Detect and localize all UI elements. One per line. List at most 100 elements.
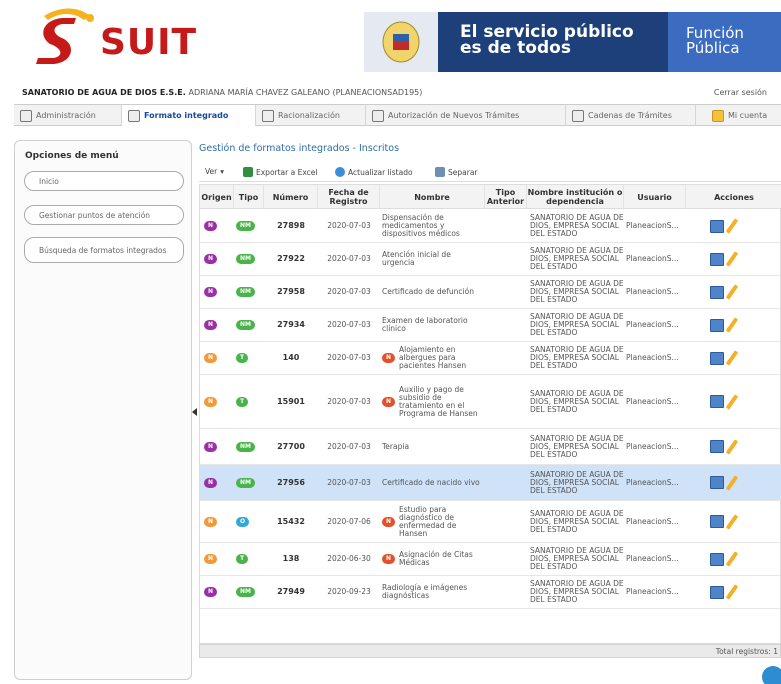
- origen-badge: N: [204, 441, 218, 452]
- col-fecha[interactable]: Fecha de Registro: [318, 185, 380, 209]
- cell-nombre: Radiología e imágenes diagnósticas: [382, 576, 482, 608]
- origen-badge: N: [204, 477, 218, 488]
- edit-pencil-icon[interactable]: [725, 317, 739, 333]
- header: SUIT El servicio público es de todos Fun…: [0, 0, 781, 80]
- tab-autorizacion[interactable]: Autorización de Nuevos Trámites: [366, 105, 566, 126]
- cell-nombre: N Estudio para diagnóstico de enfermedad …: [382, 501, 482, 542]
- tab-racionalizacion[interactable]: Racionalización: [256, 105, 366, 126]
- nombre-text: Dispensación de medicamentos y dispositi…: [382, 213, 460, 238]
- col-institucion[interactable]: Nombre institución o dependencia: [527, 185, 624, 209]
- table-row[interactable]: N T 15901 2020-07-03 N Auxilio y pago de subs…: [200, 375, 781, 429]
- edit-pencil-icon[interactable]: [725, 251, 739, 267]
- separate-button[interactable]: Separar: [435, 167, 478, 177]
- refresh-button[interactable]: Actualizar listado: [335, 167, 413, 177]
- sidebar-item-inicio[interactable]: Inicio: [24, 171, 184, 191]
- cell-institucion: SANATORIO DE AGUA DE DIOS, EMPRESA SOCIA…: [530, 429, 624, 464]
- view-details-icon[interactable]: [710, 395, 724, 408]
- tab-cadenas[interactable]: Cadenas de Trámites: [566, 105, 696, 126]
- cell-tipo: NM: [236, 243, 264, 275]
- cell-fecha: 2020-07-03: [318, 375, 380, 428]
- sidebar-item-busqueda[interactable]: Búsqueda de formatos integrados: [24, 237, 184, 263]
- cell-origen: N: [204, 342, 234, 374]
- view-details-icon[interactable]: [710, 440, 724, 453]
- edit-pencil-icon[interactable]: [725, 584, 739, 600]
- edit-pencil-icon[interactable]: [725, 474, 739, 491]
- main-nav: Administración Formato integrado Raciona…: [14, 104, 781, 126]
- nombre-text: Alojamiento en albergues para pacientes …: [399, 345, 467, 370]
- cell-acciones: [710, 429, 770, 464]
- table-row[interactable]: N NM 27898 2020-07-03 Dispensación de medica…: [200, 210, 781, 243]
- edit-pencil-icon[interactable]: [725, 438, 739, 455]
- view-details-icon[interactable]: [710, 219, 724, 233]
- view-details-icon[interactable]: [710, 285, 724, 299]
- cell-tipo: NM: [236, 429, 264, 464]
- edit-pencil-icon[interactable]: [725, 218, 739, 234]
- cell-numero: 27922: [264, 243, 318, 275]
- view-details-icon[interactable]: [710, 585, 724, 599]
- export-excel-button[interactable]: Exportar a Excel: [243, 167, 317, 177]
- tab-mi-cuenta[interactable]: Mi cuenta: [706, 105, 781, 126]
- suit-logo[interactable]: SUIT: [30, 8, 196, 74]
- table-row[interactable]: N T 138 2020-06-30 N Asignación de Citas Médi…: [200, 543, 781, 576]
- cell-fecha: 2020-07-03: [318, 309, 380, 341]
- account-icon: [712, 109, 724, 122]
- col-numero[interactable]: Número: [264, 185, 318, 209]
- table-row[interactable]: N NM 27956 2020-07-03 Certificado de nacido …: [200, 465, 781, 501]
- tab-formato-integrado[interactable]: Formato integrado: [122, 105, 256, 126]
- institucion-text: SANATORIO DE AGUA DE DIOS, EMPRESA SOCIA…: [530, 469, 624, 495]
- logout-link[interactable]: Cerrar sesión: [714, 88, 767, 97]
- cell-usuario: PlaneacionS...: [626, 276, 686, 308]
- cell-acciones: [710, 276, 770, 308]
- gov-banner: El servicio público es de todos Función …: [364, 12, 781, 72]
- table-row[interactable]: N T 140 2020-07-03 N Alojamiento en albergues…: [200, 342, 781, 375]
- table-row[interactable]: N O 15432 2020-07-06 N Estudio para diagnósti…: [200, 501, 781, 543]
- new-badge: N: [382, 353, 396, 363]
- cell-acciones: [710, 465, 770, 500]
- usuario-text: PlaneacionS...: [626, 396, 679, 406]
- table-row[interactable]: N NM 27922 2020-07-03 Atención inicial de ur…: [200, 243, 781, 276]
- collapse-sidebar-icon[interactable]: [192, 408, 197, 416]
- refresh-label: Actualizar listado: [348, 167, 413, 177]
- new-badge: N: [382, 516, 396, 527]
- cell-origen: N: [204, 276, 234, 308]
- tab-administracion[interactable]: Administración: [14, 105, 122, 126]
- entity-name: SANATORIO DE AGUA DE DIOS E.S.E.: [22, 88, 186, 97]
- institucion-text: SANATORIO DE AGUA DE DIOS, EMPRESA SOCIA…: [530, 312, 624, 337]
- edit-pencil-icon[interactable]: [725, 393, 739, 410]
- nombre-text: Certificado de nacido vivo: [382, 477, 480, 487]
- usuario-text: PlaneacionS...: [626, 320, 679, 329]
- view-details-icon[interactable]: [710, 318, 724, 332]
- cell-institucion: SANATORIO DE AGUA DE DIOS, EMPRESA SOCIA…: [530, 276, 624, 308]
- cell-fecha: 2020-07-03: [318, 210, 380, 242]
- col-usuario[interactable]: Usuario: [624, 185, 686, 209]
- table-row[interactable]: N NM 27934 2020-07-03 Examen de laboratorio …: [200, 309, 781, 342]
- col-tipo-anterior[interactable]: Tipo Anterior: [485, 185, 527, 209]
- origen-badge: N: [204, 221, 218, 231]
- cell-institucion: SANATORIO DE AGUA DE DIOS, EMPRESA SOCIA…: [530, 576, 624, 608]
- cell-tipo: NM: [236, 309, 264, 341]
- view-details-icon[interactable]: [710, 476, 724, 489]
- edit-pencil-icon[interactable]: [725, 513, 739, 530]
- table-row[interactable]: N NM 27700 2020-07-03 Terapia SANATORIO DE AG…: [200, 429, 781, 465]
- col-nombre[interactable]: Nombre: [380, 185, 485, 209]
- nombre-text: Examen de laboratorio clínico: [382, 316, 468, 333]
- view-details-icon[interactable]: [710, 552, 724, 566]
- chevron-down-icon: ▾: [220, 167, 225, 176]
- ver-dropdown[interactable]: Ver ▾: [205, 167, 224, 176]
- edit-pencil-icon[interactable]: [725, 551, 739, 567]
- edit-pencil-icon[interactable]: [725, 284, 739, 300]
- cell-numero: 27949: [264, 576, 318, 608]
- fecha-text: 2020-09-23: [327, 587, 371, 596]
- table-row[interactable]: N NM 27958 2020-07-03 Certificado de defunci…: [200, 276, 781, 309]
- table-row[interactable]: N NM 27949 2020-09-23 Radiología e imágenes …: [200, 576, 781, 609]
- col-tipo[interactable]: Tipo: [234, 185, 264, 209]
- sidebar-item-puntos-atencion[interactable]: Gestionar puntos de atención: [24, 205, 184, 225]
- sidebar-title: Opciones de menú: [25, 151, 119, 161]
- view-details-icon[interactable]: [710, 515, 724, 528]
- cell-nombre: N Alojamiento en albergues para pacientes…: [382, 342, 482, 374]
- chat-icon[interactable]: [762, 666, 781, 684]
- view-details-icon[interactable]: [710, 252, 724, 266]
- view-details-icon[interactable]: [710, 351, 724, 365]
- col-origen[interactable]: Origen: [200, 185, 234, 209]
- edit-pencil-icon[interactable]: [725, 350, 739, 366]
